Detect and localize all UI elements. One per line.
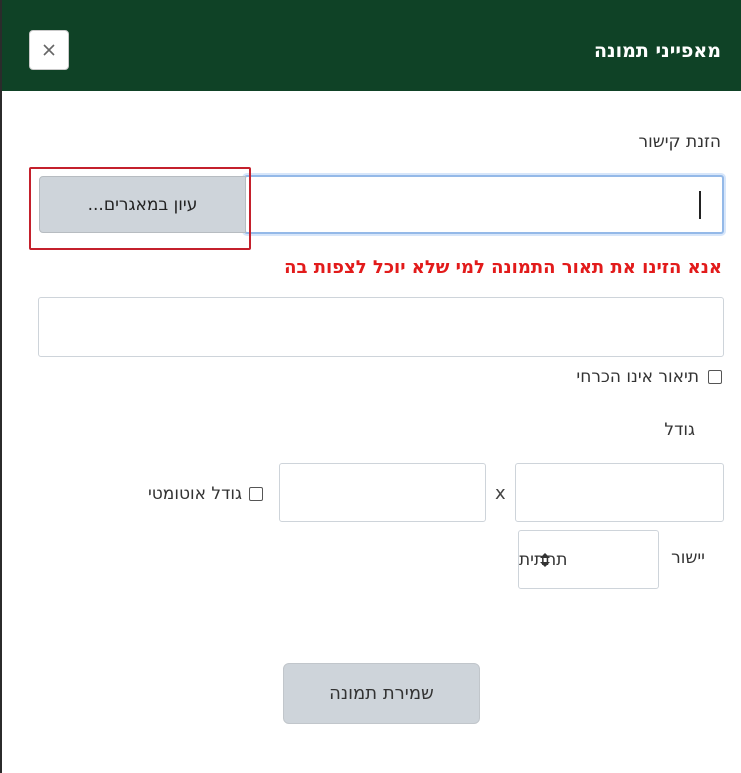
dialog-header: מאפייני תמונה	[2, 0, 741, 95]
sort-arrows-icon	[540, 553, 550, 567]
close-button[interactable]	[29, 30, 69, 70]
save-image-button[interactable]: שמירת תמונה	[283, 663, 480, 724]
dialog-title: מאפייני תמונה	[594, 40, 721, 62]
text-caret	[699, 191, 701, 219]
description-not-required-checkbox[interactable]	[708, 370, 722, 384]
url-input[interactable]	[244, 175, 724, 234]
description-not-required-label: תיאור אינו הכרחי	[576, 367, 699, 387]
url-label: הזנת קישור	[638, 132, 721, 152]
alignment-label: יישור	[671, 548, 705, 568]
height-input[interactable]	[279, 463, 486, 522]
size-label: גודל	[664, 420, 695, 440]
close-icon	[43, 44, 55, 56]
browse-repositories-button[interactable]: עיון במאגרים...	[39, 176, 246, 233]
size-separator: x	[495, 483, 506, 504]
auto-size-checkbox[interactable]	[249, 487, 263, 501]
description-input[interactable]	[38, 297, 724, 357]
auto-size-label: גודל אוטומטי	[147, 484, 242, 504]
image-properties-dialog: מאפייני תמונה הזנת קישור עיון במאגרים...…	[0, 0, 741, 773]
description-warning: אנא הזינו את תאור התמונה למי שלא יוכל לצ…	[284, 257, 722, 278]
alignment-select[interactable]: תחתית	[518, 530, 659, 589]
width-input[interactable]	[515, 463, 724, 522]
